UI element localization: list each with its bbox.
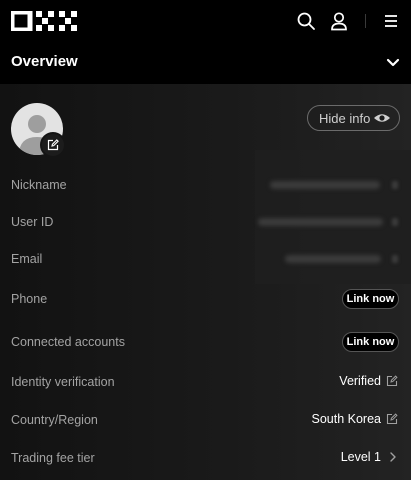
nickname-value-masked [270, 181, 380, 189]
identity-verification-value[interactable]: Verified [339, 374, 381, 388]
chevron-right-icon [392, 181, 398, 189]
connected-accounts-link-now-label: Link now [346, 336, 395, 348]
chevron-down-icon[interactable] [386, 57, 400, 69]
hamburger-menu-icon[interactable] [381, 11, 401, 31]
edit-icon[interactable] [386, 375, 398, 387]
edit-icon[interactable] [386, 413, 398, 425]
phone-label: Phone [11, 292, 48, 306]
trading-fee-tier-value[interactable]: Level 1 [341, 450, 381, 464]
user-id-value-masked [258, 218, 383, 226]
user-id-label: User ID [11, 215, 54, 229]
okx-logo-icon[interactable] [11, 11, 81, 31]
avatar-edit-button[interactable] [40, 132, 66, 158]
connected-accounts-link-now-button[interactable]: Link now [342, 332, 399, 352]
profile-overview-panel: Hide info Nickname User ID Email Phone L… [0, 84, 411, 480]
overview-title: Overview [11, 53, 78, 70]
email-value-masked [285, 255, 381, 263]
phone-link-now-button[interactable]: Link now [342, 289, 399, 309]
nickname-label: Nickname [11, 178, 67, 192]
eye-icon [374, 114, 390, 122]
hide-info-button[interactable]: Hide info [307, 105, 400, 131]
country-region-value[interactable]: South Korea [312, 412, 382, 426]
top-navigation-bar [0, 0, 411, 42]
user-icon[interactable] [329, 11, 349, 31]
copy-icon [392, 218, 398, 226]
overview-section-toggle[interactable]: Overview [0, 42, 411, 84]
email-label: Email [11, 252, 43, 266]
chevron-right-icon [392, 255, 398, 263]
connected-accounts-label: Connected accounts [11, 335, 125, 349]
edit-icon [47, 139, 59, 151]
search-icon[interactable] [296, 11, 316, 31]
hide-info-label: Hide info [319, 111, 371, 126]
masked-info-area [255, 150, 411, 284]
chevron-right-icon[interactable] [387, 451, 399, 463]
trading-fee-tier-label: Trading fee tier [11, 451, 95, 465]
country-region-label: Country/Region [11, 413, 98, 427]
identity-verification-label: Identity verification [11, 375, 115, 389]
phone-link-now-label: Link now [346, 293, 395, 305]
header-divider [365, 14, 366, 28]
